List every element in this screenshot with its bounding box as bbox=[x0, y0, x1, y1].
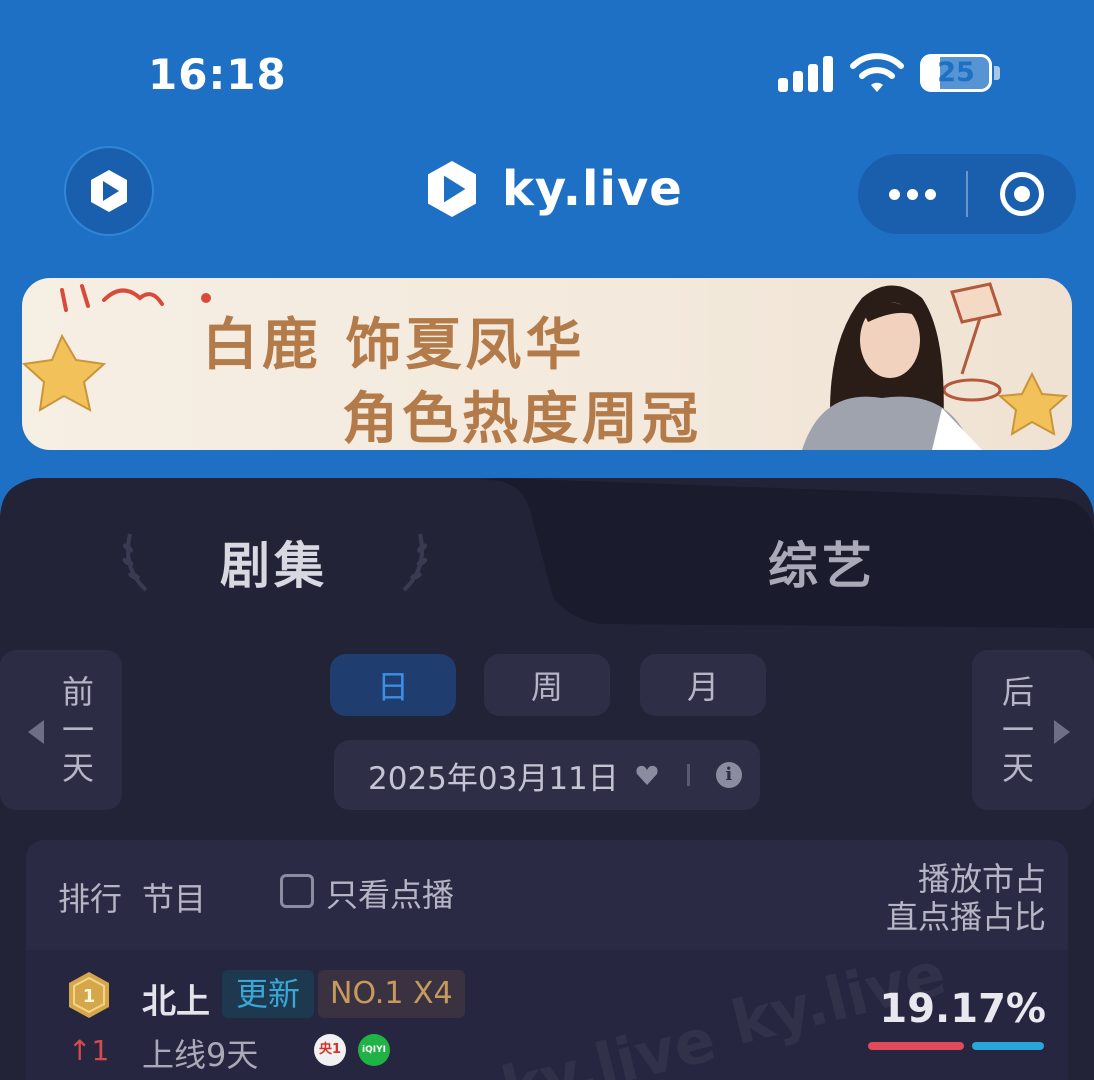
banner-headline-2: 角色热度周冠 bbox=[342, 387, 702, 450]
brand: ky.live bbox=[420, 156, 683, 222]
next-day-label: 后一天 bbox=[1001, 673, 1034, 787]
online-days: 上线9天 bbox=[142, 1036, 259, 1074]
update-tag: 更新 bbox=[222, 970, 315, 1018]
rank-streak-tag: NO.1 X4 bbox=[318, 970, 465, 1018]
status-time: 16:18 bbox=[148, 50, 287, 99]
battery-tip bbox=[994, 66, 1000, 80]
show-title[interactable]: 北上 bbox=[142, 974, 210, 1023]
banner-headline-1: 白鹿 饰夏凤华 bbox=[202, 313, 586, 378]
promo-banner[interactable]: 白鹿 饰夏凤华 角色热度周冠 bbox=[22, 278, 1072, 450]
rank-change-value: 1 bbox=[91, 1034, 110, 1067]
vod-only-checkbox[interactable] bbox=[280, 874, 314, 908]
date-divider bbox=[686, 764, 690, 786]
actress-portrait bbox=[802, 285, 982, 450]
tab-variety[interactable]: 综艺 bbox=[768, 526, 876, 598]
mini-program-capsule bbox=[858, 154, 1076, 234]
share-bar-vod bbox=[972, 1042, 1044, 1050]
period-month[interactable]: 月 bbox=[640, 654, 766, 716]
dropdown-heart-icon bbox=[636, 765, 658, 785]
laurel-right-icon bbox=[402, 533, 428, 592]
header-show: 节目 bbox=[142, 880, 207, 918]
header-share: 播放市占 直点播占比 bbox=[886, 860, 1046, 936]
info-icon[interactable]: i bbox=[715, 762, 742, 788]
more-dots-icon[interactable] bbox=[858, 154, 966, 234]
battery-level: 25 bbox=[937, 57, 975, 88]
vod-only-label[interactable]: 只看点播 bbox=[326, 870, 454, 916]
date-value: 2025年03月11日 bbox=[368, 760, 619, 797]
rank-up-icon: ↑ bbox=[68, 1034, 92, 1067]
period-week[interactable]: 周 bbox=[484, 654, 610, 716]
period-day[interactable]: 日 bbox=[330, 654, 456, 716]
laurel-left-icon bbox=[122, 533, 148, 592]
header-share-line2: 直点播占比 bbox=[885, 898, 1046, 936]
iqiyi-icon: iQIYI bbox=[358, 1034, 390, 1066]
header-share-line1: 播放市占 bbox=[917, 860, 1046, 898]
market-share-value: 19.17% bbox=[879, 986, 1046, 1032]
next-day-button[interactable]: 后一天 bbox=[972, 650, 1094, 810]
tab-drama[interactable]: 剧集 bbox=[220, 526, 328, 598]
brand-name: ky.live bbox=[502, 161, 683, 217]
share-bar-live bbox=[868, 1042, 964, 1050]
prev-day-button[interactable]: 前一天 bbox=[0, 650, 122, 810]
cctv1-icon: 央1 bbox=[314, 1034, 346, 1066]
signal-icon bbox=[778, 56, 834, 92]
battery-icon: 25 bbox=[920, 54, 992, 92]
close-target-icon[interactable] bbox=[968, 154, 1076, 234]
brand-logo-icon bbox=[428, 161, 476, 217]
prev-day-label: 前一天 bbox=[61, 673, 94, 787]
header-rank: 排行 bbox=[58, 880, 123, 918]
date-picker[interactable]: 2025年03月11日 i bbox=[334, 740, 760, 810]
chevron-left-icon bbox=[28, 720, 44, 744]
rank-change: ↑1 bbox=[68, 1034, 109, 1067]
app-logo-icon bbox=[91, 170, 127, 212]
wifi-icon bbox=[850, 53, 904, 92]
rank-number: 1 bbox=[83, 986, 96, 1007]
chevron-right-icon bbox=[1054, 720, 1070, 744]
gold-medal-icon: 1 bbox=[69, 972, 109, 1018]
app-logo-button[interactable] bbox=[64, 146, 154, 236]
